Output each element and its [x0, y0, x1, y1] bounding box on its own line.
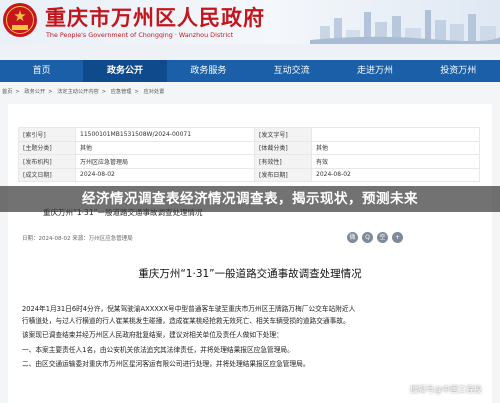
- share-bar: 微 Q 空 +: [347, 232, 403, 244]
- breadcrumb-separator: >: [15, 89, 20, 95]
- meta-key: [体裁分类]: [254, 140, 312, 155]
- article-title: 重庆万州“1·31”一般道路交通事故调查处理情况: [138, 268, 362, 280]
- qzone-share-icon[interactable]: 空: [377, 232, 388, 243]
- paragraph: 2024年1月31日6时4分许，倪某驾驶渝AXXXXX号中型普通客车驶至重庆市万…: [22, 305, 356, 313]
- watermark: 搜狐号@中国工程投: [398, 384, 482, 396]
- breadcrumb-item-gov-affairs[interactable]: 政务公开: [24, 89, 45, 95]
- meta-value: 2024-08-02: [311, 167, 480, 182]
- table-row: [发布机构] 万州区应急管理局 [有效性] 有效: [18, 154, 480, 169]
- meta-value: 其他: [75, 140, 255, 155]
- site-title[interactable]: 重庆市万州区人民政府: [45, 6, 265, 30]
- meta-key: [有效性]: [254, 154, 312, 169]
- meta-value: 万州区应急管理局: [75, 154, 255, 169]
- nav-spacer: [0, 44, 500, 60]
- breadcrumb: 首页 > 政务公开 > 法定主动公开内容 > 应急管理 > 应对处置: [2, 89, 167, 96]
- nav-item-about-wanzhou[interactable]: 走进万州: [333, 60, 416, 82]
- meta-key: [发布日期]: [254, 167, 312, 182]
- breadcrumb-item-home[interactable]: 首页: [2, 89, 12, 95]
- meta-value: 11500101MB1531508W/2024-00071: [75, 127, 255, 142]
- nav-item-invest[interactable]: 投资万州: [417, 60, 500, 82]
- national-emblem-icon[interactable]: ★: [3, 3, 37, 37]
- table-row: [主题分类] 其他 [体裁分类] 其他: [18, 140, 480, 155]
- breadcrumb-item-response[interactable]: 应对处置: [144, 89, 165, 95]
- watermark-text: 搜狐号@中国工程投: [410, 385, 482, 394]
- nav-item-services[interactable]: 政务服务: [167, 60, 250, 82]
- main-nav: 首页 政务公开 政务服务 互动交流 走进万州 投资万州: [0, 60, 500, 82]
- breadcrumb-item-statutory[interactable]: 法定主动公开内容: [57, 89, 99, 95]
- article-body: 2024年1月31日6时4分许，倪某驾驶渝AXXXXX号中型普通客车驶至重庆市万…: [22, 304, 484, 371]
- nav-item-government-affairs[interactable]: 政务公开: [83, 60, 167, 82]
- breadcrumb-item-emergency[interactable]: 应急管理: [111, 89, 132, 95]
- wechat-share-icon[interactable]: 微: [347, 232, 358, 243]
- meta-value: 其他: [311, 140, 480, 155]
- page: ★ 重庆市万州区人民政府 The People's Government of …: [0, 0, 500, 403]
- meta-key: [发文字号]: [254, 127, 312, 142]
- paragraph: 二、由区交通运输委对重庆市万州区星河客运有限公司进行处理，并将处理结果报区应急管…: [22, 360, 310, 368]
- more-share-icon[interactable]: +: [392, 232, 403, 243]
- meta-key: [成文日期]: [18, 167, 76, 182]
- meta-value: 2024-08-02: [75, 167, 255, 182]
- meta-key: [索引号]: [18, 127, 76, 142]
- meta-value: 有效: [311, 154, 480, 169]
- table-row: [索引号] 11500101MB1531508W/2024-00071 [发文字…: [18, 127, 480, 142]
- meta-value: [311, 127, 480, 142]
- article-card: [索引号] 11500101MB1531508W/2024-00071 [发文字…: [8, 104, 492, 403]
- document-metadata-table: [索引号] 11500101MB1531508W/2024-00071 [发文字…: [18, 127, 480, 182]
- site-subtitle: The People's Government of Chongqing · W…: [46, 31, 234, 39]
- meta-key: [发布机构]: [18, 154, 76, 169]
- breadcrumb-separator: >: [134, 89, 139, 95]
- overlay-banner-text: 经济情况调查表经济情况调查表，揭示现状，预测未来: [82, 191, 418, 207]
- document-date-source: 日期：2024-08-02 来源：万州区应急管理局: [22, 236, 133, 242]
- nav-item-home[interactable]: 首页: [0, 60, 83, 82]
- breadcrumb-separator: >: [101, 89, 107, 95]
- nav-item-interaction[interactable]: 互动交流: [250, 60, 333, 82]
- qq-share-icon[interactable]: Q: [362, 232, 373, 243]
- paragraph: 一、本案主要责任人1名，由公安机关依法追究其法律责任，并将处理结果报区应急管理局…: [22, 345, 294, 354]
- tiananmen-gate-icon: [12, 25, 28, 30]
- site-header: ★ 重庆市万州区人民政府 The People's Government of …: [0, 0, 500, 44]
- city-skyline-illustration: [310, 10, 500, 44]
- breadcrumb-separator: >: [48, 89, 53, 95]
- meta-key: [主题分类]: [18, 140, 76, 155]
- table-row: [成文日期] 2024-08-02 [发布日期] 2024-08-02: [18, 167, 480, 182]
- star-icon: ★: [13, 7, 27, 25]
- paragraph: 行横道处，与过人行横道的行人崔某桃发生碰撞，造成崔某桃经抢救无效死亡、相关车辆受…: [22, 316, 350, 325]
- sohu-logo-icon: [398, 384, 408, 394]
- paragraph: 该案现已调查结束并经万州区人民政府批复结案，建议对相关单位及责任人做如下处理：: [22, 331, 283, 339]
